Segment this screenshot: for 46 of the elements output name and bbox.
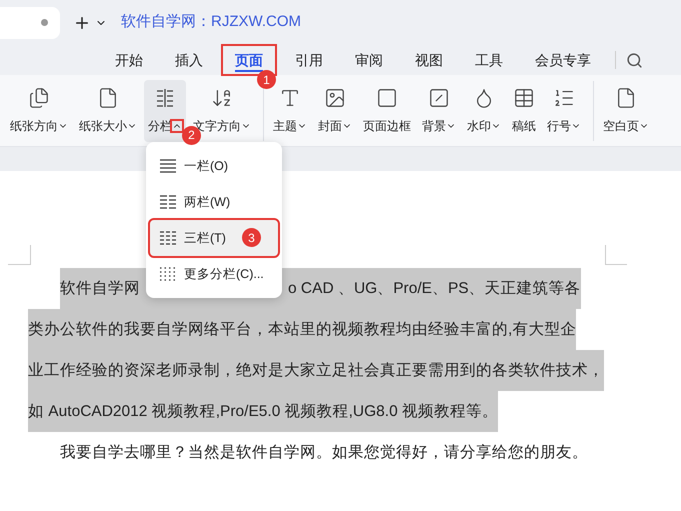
menu-item[interactable]: 更多分栏(C)... — [150, 256, 278, 292]
ribbon-tab[interactable]: 插入 — [163, 46, 215, 74]
ribbon-label: 页面边框 — [363, 118, 411, 134]
search-icon[interactable] — [626, 52, 643, 68]
columns-layout-icon — [160, 231, 176, 245]
ribbon-tab[interactable]: 开始 — [103, 46, 155, 74]
ribbon-tab[interactable]: 视图 — [403, 46, 455, 74]
menu-item[interactable]: 一栏(O) — [150, 148, 278, 184]
page-icon — [97, 86, 119, 108]
site-title: 软件自学网：RJZXW.COM — [121, 12, 301, 32]
columns-layout-icon — [160, 195, 176, 209]
grid-paper-icon — [513, 86, 535, 108]
ribbon-button[interactable]: 水印 — [463, 80, 505, 142]
ribbon-tab[interactable]: 审阅 — [343, 46, 395, 74]
pages-icon — [28, 86, 50, 108]
columns-icon — [154, 86, 176, 108]
ribbon-tab[interactable]: 会员专享 — [523, 46, 603, 74]
callout-number: 3 — [242, 228, 261, 247]
ribbon-label: 封面 — [318, 118, 342, 134]
ribbon-tab[interactable]: 引用 — [283, 46, 335, 74]
ribbon-label: 背景 — [422, 118, 446, 134]
ribbon-label: 纸张大小 — [79, 118, 127, 134]
border-icon — [376, 86, 398, 108]
ribbon-button[interactable]: 背景 — [418, 80, 460, 142]
ribbon-button[interactable]: 纸张大小 — [75, 80, 141, 142]
columns-layout-icon — [160, 267, 176, 281]
ribbon-label: 水印 — [467, 118, 491, 134]
blank-page-icon — [615, 86, 637, 108]
columns-layout-icon — [160, 159, 176, 173]
menu-item[interactable]: 三栏(T) 3 — [150, 220, 278, 256]
ribbon-label: 纸张方向 — [10, 118, 58, 134]
background-icon — [428, 86, 450, 108]
cover-icon — [324, 86, 346, 108]
ribbon-button[interactable]: 页面边框 — [359, 80, 415, 142]
document-text-line: 我要自学去哪里？当然是软件自学网。如果您觉得好，请分享给您的朋友。 — [60, 443, 588, 463]
ribbon-button[interactable]: 封面 — [314, 80, 356, 142]
menu-item[interactable]: 两栏(W) — [150, 184, 278, 220]
ribbon-label: 行号 — [547, 118, 571, 134]
ribbon-button[interactable]: 纸张方向 — [6, 80, 72, 142]
ribbon-label: 稿纸 — [512, 118, 536, 134]
ribbon-label: 空白页 — [603, 118, 639, 134]
ribbon-button[interactable]: 行号 — [543, 80, 585, 142]
ribbon-label: 主题 — [273, 118, 297, 134]
ribbon-tab[interactable]: 工具 — [463, 46, 515, 74]
ribbon-button[interactable]: 空白页 — [599, 80, 653, 142]
ribbon-button[interactable]: 稿纸 — [508, 80, 540, 142]
